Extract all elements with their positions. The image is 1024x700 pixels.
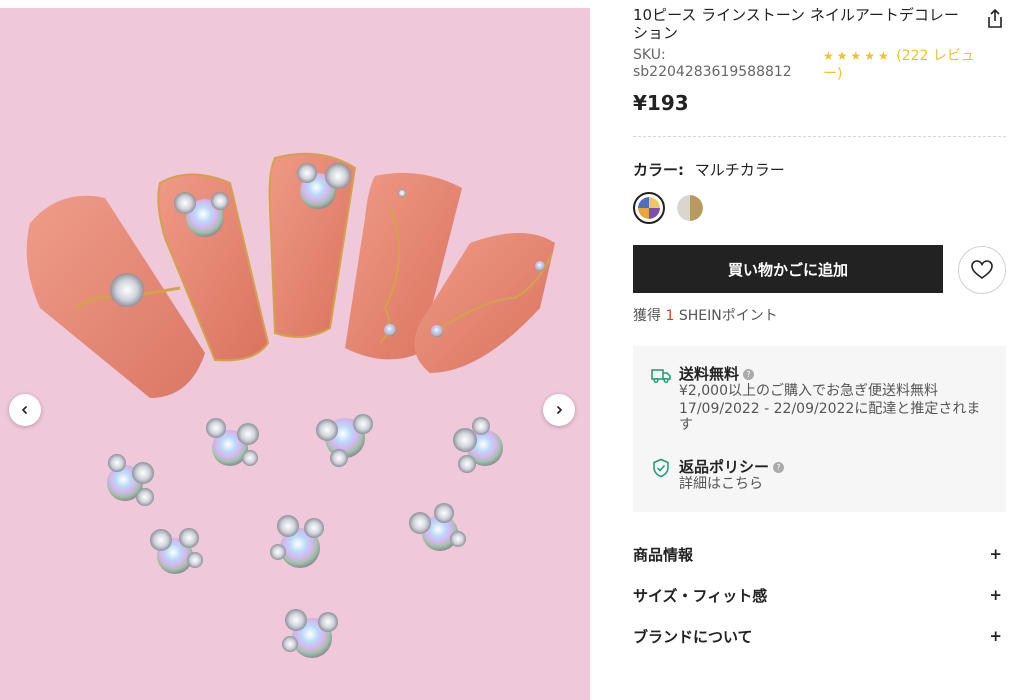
gold-silver-swatch-icon bbox=[677, 195, 703, 221]
plus-icon: + bbox=[989, 586, 1002, 604]
product-photo bbox=[26, 152, 555, 658]
star-rating-icon: ★★★★★ bbox=[823, 49, 892, 63]
return-policy-title: 返品ポリシー bbox=[679, 458, 770, 476]
chevron-left-icon bbox=[21, 405, 28, 415]
color-value: マルチカラー bbox=[694, 161, 785, 179]
points-suffix: SHEINポイント bbox=[678, 308, 778, 324]
product-price: ¥193 bbox=[633, 91, 689, 115]
help-icon[interactable]: ? bbox=[773, 462, 785, 473]
accordion-about-brand[interactable]: ブランドについて + bbox=[633, 623, 1006, 649]
free-shipping-title: 送料無料 bbox=[679, 365, 740, 383]
color-swatch-multicolor[interactable] bbox=[633, 192, 665, 224]
free-shipping-condition: ¥2,000以上のご購入でお急ぎ便送料無料 bbox=[679, 383, 938, 399]
points-prefix: 獲得 bbox=[633, 308, 661, 324]
points-info: 獲得 1 SHEINポイント bbox=[633, 305, 778, 325]
accordion-label: サイズ・フィット感 bbox=[633, 586, 768, 605]
chevron-right-icon bbox=[556, 405, 563, 415]
share-icon bbox=[988, 8, 1002, 28]
plus-icon: + bbox=[989, 627, 1002, 645]
points-count: 1 bbox=[665, 308, 675, 324]
accordion-label: 商品情報 bbox=[633, 545, 694, 564]
share-button[interactable] bbox=[985, 8, 1005, 30]
color-selector-label: カラー: マルチカラー bbox=[633, 159, 785, 180]
shield-check-icon bbox=[653, 458, 669, 478]
wishlist-button[interactable] bbox=[958, 246, 1006, 294]
sku: SKU: sb2204283619588812 bbox=[633, 47, 813, 81]
product-rating[interactable]: ★★★★★ (222 レビュー) bbox=[823, 47, 993, 83]
multicolor-swatch-icon bbox=[638, 197, 660, 219]
next-image-button[interactable] bbox=[543, 394, 575, 426]
product-title: 10ピース ラインストーン ネイルアートデコレーション bbox=[633, 6, 959, 42]
sku-label: SKU: bbox=[633, 47, 666, 63]
shipping-info-box: 送料無料? ¥2,000以上のご購入でお急ぎ便送料無料 17/09/2022 -… bbox=[633, 346, 1006, 512]
help-icon[interactable]: ? bbox=[743, 369, 755, 380]
plus-icon: + bbox=[989, 545, 1002, 563]
accordion-product-info[interactable]: 商品情報 + bbox=[633, 541, 1006, 567]
previous-image-button[interactable] bbox=[9, 394, 41, 426]
color-label: カラー: bbox=[633, 161, 684, 179]
truck-icon bbox=[651, 369, 671, 383]
heart-icon bbox=[971, 260, 993, 279]
accordion-size-fit[interactable]: サイズ・フィット感 + bbox=[633, 582, 1006, 608]
add-to-cart-button[interactable]: 買い物かごに追加 bbox=[633, 245, 943, 293]
product-image-gallery bbox=[0, 8, 590, 700]
accordion-label: ブランドについて bbox=[633, 627, 753, 646]
divider bbox=[633, 136, 1006, 137]
return-policy-details-link[interactable]: 詳細はこちら bbox=[679, 476, 994, 492]
sku-value: sb2204283619588812 bbox=[633, 64, 792, 80]
color-swatch-gold-silver[interactable] bbox=[677, 195, 703, 221]
delivery-estimate: 17/09/2022 - 22/09/2022に配達と推定されます bbox=[679, 401, 981, 433]
